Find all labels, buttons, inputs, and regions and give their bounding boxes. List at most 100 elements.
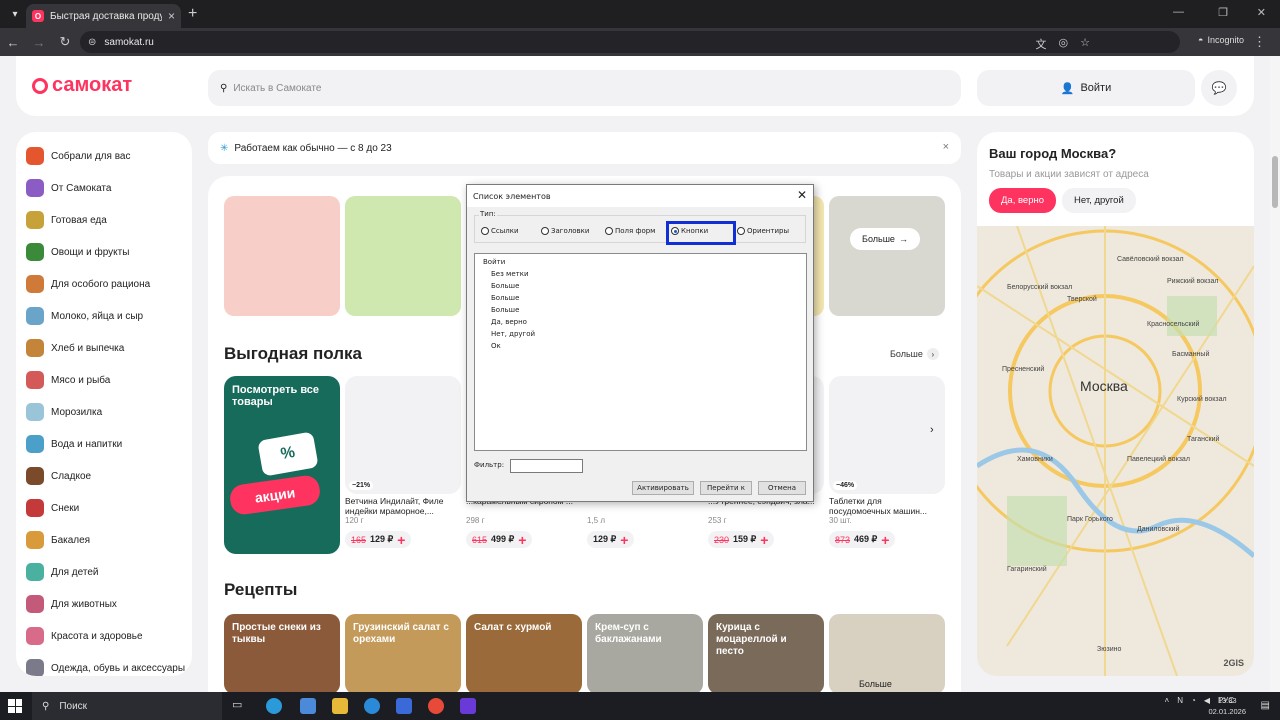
sidebar-item[interactable]: Молоко, яйца и сыр <box>16 300 192 332</box>
sidebar-item[interactable]: Бакалея <box>16 524 192 556</box>
nvda-tray-icon[interactable]: N <box>1177 696 1183 705</box>
minimize-icon[interactable]: — <box>1173 6 1184 18</box>
sidebar-item[interactable]: Мясо и рыба <box>16 364 192 396</box>
search-icon: ⚲ <box>42 700 50 712</box>
list-item[interactable]: Да, верно <box>483 316 798 328</box>
list-item[interactable]: Без метки <box>483 268 798 280</box>
list-item[interactable]: Больше <box>483 304 798 316</box>
browser-tab[interactable]: О Быстрая доставка продуктов × <box>26 4 181 28</box>
login-button[interactable]: 👤 Войти <box>977 70 1195 106</box>
tab-search-button[interactable]: ▾ <box>4 3 26 25</box>
radio-option[interactable]: Ориентиры <box>737 227 789 235</box>
sidebar-item[interactable]: Для особого рациона <box>16 268 192 300</box>
sidebar-item[interactable]: Одежда, обувь и аксессуары <box>16 652 192 676</box>
price-button[interactable]: 615 499 ₽ + <box>466 531 533 548</box>
clock[interactable]: 13:33 02.01.2026 <box>1208 695 1246 717</box>
chrome-icon[interactable] <box>428 698 444 714</box>
banner-6[interactable] <box>829 196 945 316</box>
map-place-label: Савёловский вокзал <box>1117 256 1184 263</box>
list-item[interactable]: Больше <box>483 280 798 292</box>
sidebar-item[interactable]: Готовая еда <box>16 204 192 236</box>
recipe-card[interactable]: Крем-суп с баклажанами <box>587 614 703 692</box>
price-button[interactable]: 873 469 ₽ + <box>829 531 896 548</box>
site-info-icon[interactable]: ⊜ <box>88 37 96 48</box>
incognito-indicator[interactable]: ◓ Incognito <box>1198 35 1244 45</box>
price-button[interactable]: 230 159 ₽ + <box>708 531 775 548</box>
eye-off-icon[interactable]: ◎ <box>1059 36 1069 52</box>
list-item[interactable]: Больше <box>483 292 798 304</box>
sidebar-item[interactable]: Морозилка <box>16 396 192 428</box>
recipe-card[interactable]: Больше <box>829 614 945 692</box>
task-view-icon[interactable]: ▭ <box>232 698 248 714</box>
scroll-thumb[interactable] <box>1272 156 1278 208</box>
product-card[interactable]: −21% Ветчина Индилайт, Филе индейки мрамо… <box>345 376 461 548</box>
file-explorer-icon[interactable] <box>332 698 348 714</box>
city-yes-button[interactable]: Да, верно <box>989 188 1057 213</box>
new-tab-icon[interactable]: + <box>188 5 197 23</box>
sidebar-item[interactable]: Вода и напитки <box>16 428 192 460</box>
city-no-button[interactable]: Нет, другой <box>1062 188 1136 213</box>
taskbar-search[interactable]: ⚲ Поиск <box>32 692 222 720</box>
translate-icon[interactable]: 文 <box>1036 36 1047 52</box>
reload-icon[interactable]: ↻ <box>52 34 78 50</box>
product-card[interactable]: −46% Таблетки для посудомоечных машин... 3… <box>829 376 945 548</box>
banners-more-button[interactable]: Больше → <box>850 228 920 250</box>
radio-option[interactable]: Заголовки <box>541 227 589 235</box>
list-item[interactable]: Ок <box>483 340 798 352</box>
all-deals-promo[interactable]: Посмотреть все товары % акции <box>224 376 340 554</box>
nvda-icon[interactable] <box>460 698 476 714</box>
cancel-button[interactable]: Отмена <box>758 481 806 495</box>
sidebar-item[interactable]: Собрали для вас <box>16 140 192 172</box>
close-window-icon[interactable]: ✕ <box>1257 6 1266 19</box>
telegram-icon[interactable] <box>266 698 282 714</box>
tab-close-icon[interactable]: × <box>168 9 175 23</box>
store-icon[interactable] <box>300 698 316 714</box>
activate-button[interactable]: Активировать <box>632 481 694 495</box>
radio-option[interactable]: Поля форм <box>605 227 655 235</box>
price-button[interactable]: 165 129 ₽ + <box>345 531 412 548</box>
recipe-card[interactable]: Простые снеки из тыквы <box>224 614 340 692</box>
list-item[interactable]: Нет, другой <box>483 328 798 340</box>
banner-2[interactable] <box>345 196 461 316</box>
forward-icon[interactable]: → <box>26 35 52 50</box>
filter-input[interactable] <box>510 459 583 473</box>
radio-option[interactable]: Ссылки <box>481 227 519 235</box>
list-item-root[interactable]: Войти <box>483 256 798 268</box>
sidebar-item[interactable]: Овощи и фрукты <box>16 236 192 268</box>
sidebar-item[interactable]: Для животных <box>16 588 192 620</box>
start-icon[interactable] <box>8 699 22 713</box>
network-icon[interactable]: ◔ <box>1191 696 1196 705</box>
radio-label: Ссылки <box>491 227 519 235</box>
edge-icon[interactable] <box>364 698 380 714</box>
goto-button[interactable]: Перейти к <box>700 481 752 495</box>
sidebar-item[interactable]: Хлеб и выпечка <box>16 332 192 364</box>
restore-icon[interactable]: ❐ <box>1218 6 1228 19</box>
search-input[interactable]: ⚲ Искать в Самокате <box>208 70 961 106</box>
sidebar-item[interactable]: От Самоката <box>16 172 192 204</box>
sidebar-item[interactable]: Для детей <box>16 556 192 588</box>
deals-more-link[interactable]: Больше › <box>890 348 939 360</box>
bookmark-star-icon[interactable]: ☆ <box>1080 36 1090 52</box>
sidebar-item[interactable]: Красота и здоровье <box>16 620 192 652</box>
url-field[interactable]: ⊜ samokat.ru <box>80 31 1180 53</box>
sidebar-item[interactable]: Снеки <box>16 492 192 524</box>
recipe-card[interactable]: Курица с моцареллой и песто <box>708 614 824 692</box>
sidebar-item[interactable]: Сладкое <box>16 460 192 492</box>
dialog-close-icon[interactable]: ✕ <box>797 188 807 202</box>
recipe-card[interactable]: Салат с хурмой <box>466 614 582 692</box>
browser-menu-icon[interactable]: ⋮ <box>1253 34 1266 50</box>
mail-icon[interactable] <box>396 698 412 714</box>
city-map[interactable]: Москва Савёловский вокзал Рижский вокзал Б… <box>977 226 1254 676</box>
price-button[interactable]: 129 ₽ + <box>587 531 635 548</box>
banner-1[interactable] <box>224 196 340 316</box>
samokat-logo[interactable]: самокат <box>32 74 132 97</box>
chevron-up-icon[interactable]: ˄ <box>1165 696 1170 705</box>
page-scrollbar[interactable] <box>1270 56 1280 692</box>
back-icon[interactable]: ← <box>0 35 26 50</box>
notice-close-icon[interactable]: × <box>943 141 949 153</box>
elements-listbox[interactable]: Войти Без метки Больше Больше Больше Да, вер… <box>474 253 807 451</box>
notifications-icon[interactable]: ▤ <box>1261 700 1270 711</box>
chat-button[interactable]: 💬 <box>1201 70 1237 106</box>
recipe-card[interactable]: Грузинский салат с орехами <box>345 614 461 692</box>
carousel-next-icon[interactable]: › <box>930 424 934 436</box>
